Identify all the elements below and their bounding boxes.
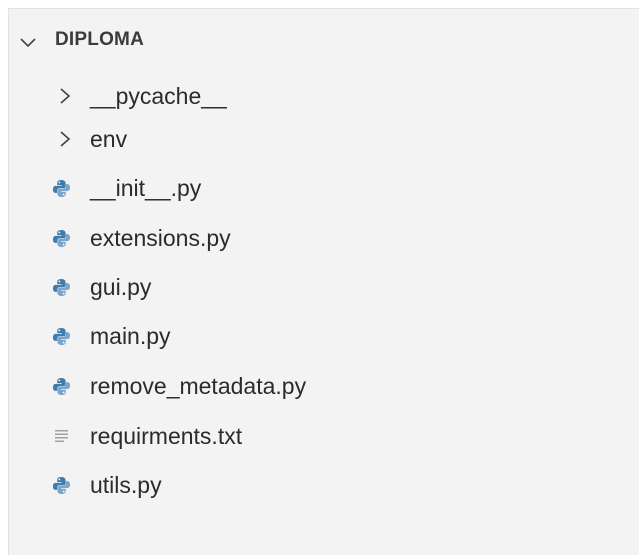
tree-item-remove-metadata-py[interactable]: remove_metadata.py bbox=[9, 365, 639, 407]
python-file-icon bbox=[52, 229, 71, 248]
chevron-right-icon[interactable] bbox=[58, 87, 72, 105]
tree-item-label: __init__.py bbox=[90, 175, 202, 201]
tree-item-pycache[interactable]: __pycache__ bbox=[9, 75, 639, 117]
tree-item-gui-py[interactable]: gui.py bbox=[9, 266, 639, 308]
tree-item-env[interactable]: env bbox=[9, 118, 639, 160]
python-file-icon bbox=[52, 278, 71, 297]
chevron-down-icon[interactable] bbox=[19, 33, 37, 51]
python-file-icon bbox=[52, 179, 71, 198]
tree-item-utils-py[interactable]: utils.py bbox=[9, 464, 639, 506]
tree-item-label: __pycache__ bbox=[90, 83, 227, 109]
tree-item-label: utils.py bbox=[90, 472, 162, 498]
python-file-icon bbox=[52, 327, 71, 346]
folder-root-label: DIPLOMA bbox=[55, 29, 145, 50]
tree-item-label: env bbox=[90, 126, 128, 152]
python-file-icon bbox=[52, 476, 71, 495]
tree-item-label: extensions.py bbox=[90, 225, 231, 251]
tree-item-label: main.py bbox=[90, 323, 171, 349]
folder-root-diploma[interactable]: DIPLOMA bbox=[9, 25, 639, 57]
tree-item-label: remove_metadata.py bbox=[90, 373, 307, 399]
file-explorer: DIPLOMA __pycache__ env __init__.py exte… bbox=[8, 8, 639, 555]
tree-item-label: requirments.txt bbox=[90, 423, 243, 449]
tree-item-extensions-py[interactable]: extensions.py bbox=[9, 217, 639, 259]
tree-item-label: gui.py bbox=[90, 274, 152, 300]
chevron-right-icon[interactable] bbox=[58, 130, 72, 148]
tree-item-requirments-txt[interactable]: requirments.txt bbox=[9, 415, 639, 457]
text-file-icon bbox=[55, 430, 68, 442]
tree-item-main-py[interactable]: main.py bbox=[9, 315, 639, 357]
tree-item-init-py[interactable]: __init__.py bbox=[9, 167, 639, 209]
python-file-icon bbox=[52, 377, 71, 396]
